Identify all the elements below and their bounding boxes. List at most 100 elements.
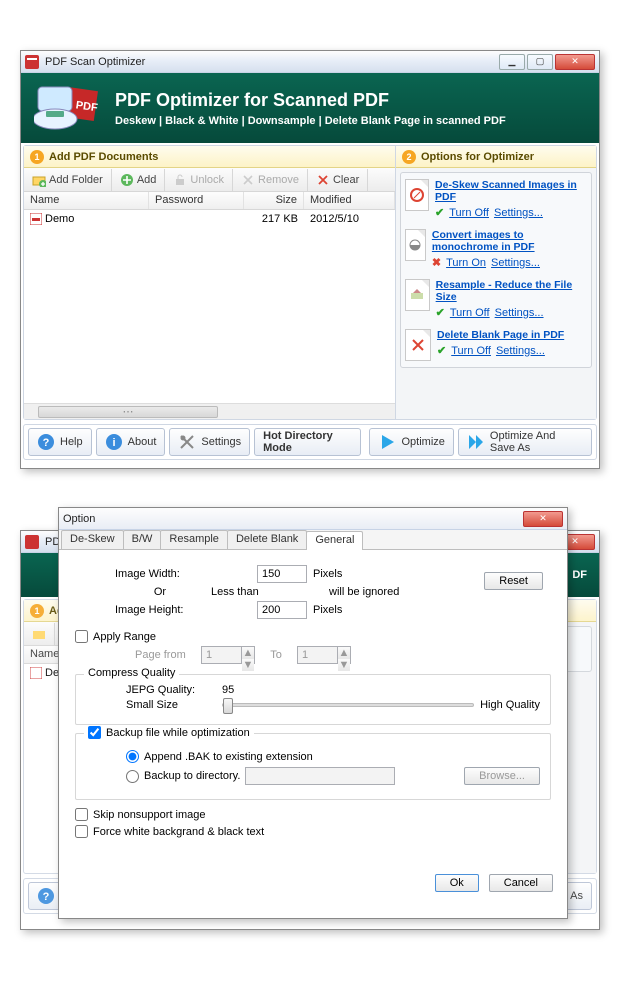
folder-plus-icon (32, 173, 46, 187)
col-name[interactable]: Name (24, 192, 149, 209)
tab-resample[interactable]: Resample (160, 530, 228, 549)
step-2-badge: 2 (402, 150, 416, 164)
option-deskew-toggle[interactable]: Turn Off (449, 207, 489, 219)
unlock-icon (173, 173, 187, 187)
label-image-height: Image Height: (115, 604, 205, 616)
remove-button[interactable]: Remove (233, 169, 308, 191)
option-deskew: De-Skew Scanned Images in PDF ✔ Turn Off… (405, 179, 587, 219)
reset-button[interactable]: Reset (484, 572, 543, 590)
right-panel: 2 Options for Optimizer De-Skew Scanned … (396, 146, 596, 419)
add-icon (120, 173, 134, 187)
app-icon (25, 55, 39, 69)
option-deskew-settings[interactable]: Settings... (494, 207, 543, 219)
main-window: PDF Scan Optimizer PDF PDF Optimizer for… (20, 50, 600, 469)
horizontal-scrollbar[interactable] (24, 403, 395, 419)
hero-icon: PDF (33, 80, 105, 136)
add-button[interactable]: Add (112, 169, 166, 191)
option-delete-blank-settings[interactable]: Settings... (496, 345, 545, 357)
file-list[interactable]: Demo 217 KB 2012/5/10 (24, 210, 395, 403)
label-less-than: Less than (211, 586, 261, 598)
option-delete-blank-toggle[interactable]: Turn Off (451, 345, 491, 357)
dialog-titlebar[interactable]: Option (59, 508, 567, 530)
tab-delete-blank[interactable]: Delete Blank (227, 530, 307, 549)
add-folder-button[interactable]: Add Folder (24, 169, 112, 191)
check-icon: ✔ (437, 344, 446, 357)
col-size[interactable]: Size (244, 192, 304, 209)
play-icon (378, 433, 396, 451)
option-resample: Resample - Reduce the File Size ✔ Turn O… (405, 279, 587, 319)
titlebar[interactable]: PDF Scan Optimizer (21, 51, 599, 73)
cancel-button[interactable]: Cancel (489, 874, 553, 892)
settings-button[interactable]: Settings (169, 428, 250, 456)
left-panel-header: 1 Add PDF Documents (24, 146, 395, 168)
info-icon: i (105, 433, 123, 451)
image-width-input[interactable] (257, 565, 307, 583)
hero-title: PDF Optimizer for Scanned PDF (115, 90, 506, 111)
ok-button[interactable]: Ok (435, 874, 479, 892)
optimize-button[interactable]: Optimize (369, 428, 453, 456)
slider-knob[interactable] (223, 698, 233, 714)
label-ignored: will be ignored (329, 586, 399, 598)
optimize-save-button[interactable]: Optimize And Save As (458, 428, 592, 456)
backup-checkbox[interactable] (88, 726, 101, 739)
option-bw-toggle[interactable]: Turn On (446, 257, 486, 269)
page-to-input[interactable] (297, 646, 337, 664)
page-from-spin[interactable]: ▲▼ (241, 646, 255, 664)
quality-slider[interactable] (222, 703, 474, 707)
radio-append[interactable]: Append .BAK to existing extension (126, 750, 540, 763)
option-delete-blank-title[interactable]: Delete Blank Page in PDF (437, 329, 564, 341)
label-high-quality: High Quality (480, 699, 540, 711)
label-pixels-2: Pixels (313, 604, 342, 616)
option-bw-title[interactable]: Convert images to monochrome in PDF (432, 229, 587, 253)
label-to: To (261, 649, 291, 661)
right-panel-title: Options for Optimizer (421, 151, 534, 163)
delete-blank-icon (405, 329, 431, 361)
bw-icon (405, 229, 426, 261)
label-jpeg-quality: JEPG Quality: (126, 684, 216, 696)
skip-nonsupport-checkbox[interactable] (75, 808, 88, 821)
option-dialog: Option De-Skew B/W Resample Delete Blank… (58, 507, 568, 919)
clear-button[interactable]: Clear (308, 169, 368, 191)
option-deskew-title[interactable]: De-Skew Scanned Images in PDF (435, 179, 587, 203)
backup-dir-input[interactable] (245, 767, 395, 785)
page-to-spin[interactable]: ▲▼ (337, 646, 351, 664)
option-bw: Convert images to monochrome in PDF ✖ Tu… (405, 229, 587, 269)
label-backup-dir: Backup to directory. (144, 770, 240, 782)
svg-text:?: ? (43, 891, 50, 903)
dialog-close-button[interactable] (523, 511, 563, 527)
option-resample-settings[interactable]: Settings... (495, 307, 544, 319)
page-from-input[interactable] (201, 646, 241, 664)
tab-bw[interactable]: B/W (123, 530, 162, 549)
col-modified[interactable]: Modified (304, 192, 395, 209)
option-resample-toggle[interactable]: Turn Off (450, 307, 490, 319)
scrollbar-thumb[interactable] (38, 406, 218, 418)
browse-button[interactable]: Browse... (464, 767, 540, 785)
label-image-width: Image Width: (115, 568, 205, 580)
hot-directory-button[interactable]: Hot Directory Mode (254, 428, 361, 456)
about-button[interactable]: iAbout (96, 428, 166, 456)
table-row[interactable]: Demo 217 KB 2012/5/10 (24, 210, 395, 228)
option-bw-settings[interactable]: Settings... (491, 257, 540, 269)
option-resample-title[interactable]: Resample - Reduce the File Size (436, 279, 587, 303)
tab-deskew[interactable]: De-Skew (61, 530, 124, 549)
close-button[interactable] (555, 54, 595, 70)
minimize-button[interactable] (499, 54, 525, 70)
col-password[interactable]: Password (149, 192, 244, 209)
clear-icon (316, 173, 330, 187)
check-icon: ✔ (435, 206, 444, 219)
group-compress-title: Compress Quality (84, 667, 179, 679)
label-pixels: Pixels (313, 568, 342, 580)
radio-todir[interactable]: Backup to directory. Browse... (126, 767, 540, 785)
tab-general[interactable]: General (306, 531, 363, 550)
image-height-input[interactable] (257, 601, 307, 619)
help-button[interactable]: ?Help (28, 428, 92, 456)
apply-range-checkbox[interactable] (75, 630, 88, 643)
dialog-title: Option (63, 513, 523, 525)
label-or: Or (115, 586, 205, 598)
label-skip: Skip nonsupport image (93, 809, 206, 821)
maximize-button[interactable] (527, 54, 553, 70)
resample-icon (405, 279, 430, 311)
force-white-checkbox[interactable] (75, 825, 88, 838)
label-small-size: Small Size (126, 699, 216, 711)
unlock-button[interactable]: Unlock (165, 169, 233, 191)
